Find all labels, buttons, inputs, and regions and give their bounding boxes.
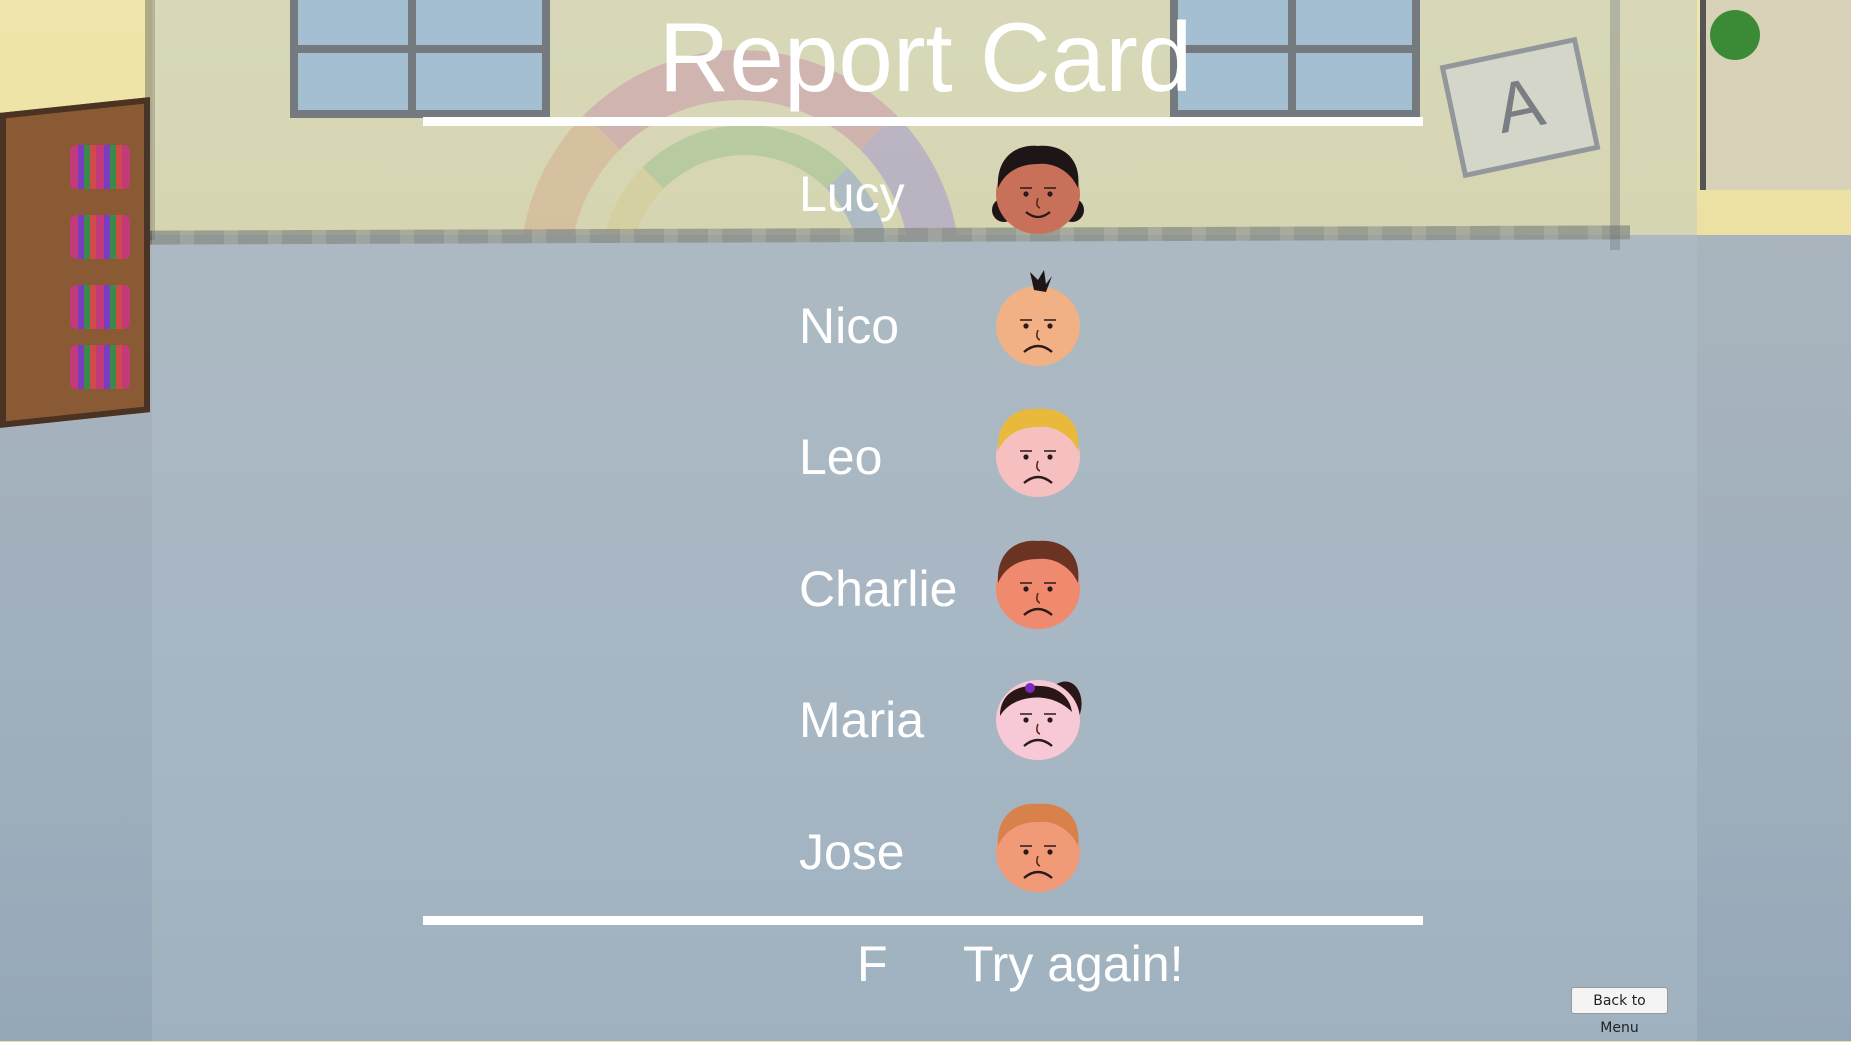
student-row: Charlie bbox=[0, 525, 1851, 657]
student-row: Lucy bbox=[0, 130, 1851, 262]
result-message: Try again! bbox=[963, 936, 1184, 992]
sad-face-icon bbox=[996, 408, 1080, 497]
grade-label: F bbox=[857, 936, 888, 992]
sad-face-icon bbox=[996, 269, 1080, 366]
title-divider bbox=[423, 117, 1423, 126]
happy-face-icon bbox=[992, 145, 1084, 234]
student-row: Jose bbox=[0, 788, 1851, 920]
student-row: Maria bbox=[0, 656, 1851, 788]
sad-face-icon bbox=[996, 680, 1082, 760]
page-title: Report Card bbox=[658, 2, 1193, 112]
student-row: Leo bbox=[0, 393, 1851, 525]
student-name: Jose bbox=[799, 823, 905, 880]
sad-face-icon bbox=[996, 540, 1080, 629]
back-to-menu-button[interactable]: Back to Menu bbox=[1571, 987, 1668, 1036]
student-name: Maria bbox=[799, 692, 925, 748]
student-name: Charlie bbox=[799, 560, 958, 617]
sad-face-icon bbox=[996, 803, 1080, 892]
result-divider bbox=[423, 916, 1423, 925]
student-name: Lucy bbox=[799, 166, 905, 222]
student-name: Nico bbox=[799, 297, 900, 354]
student-row: Nico bbox=[0, 262, 1851, 394]
student-name: Leo bbox=[799, 429, 883, 485]
